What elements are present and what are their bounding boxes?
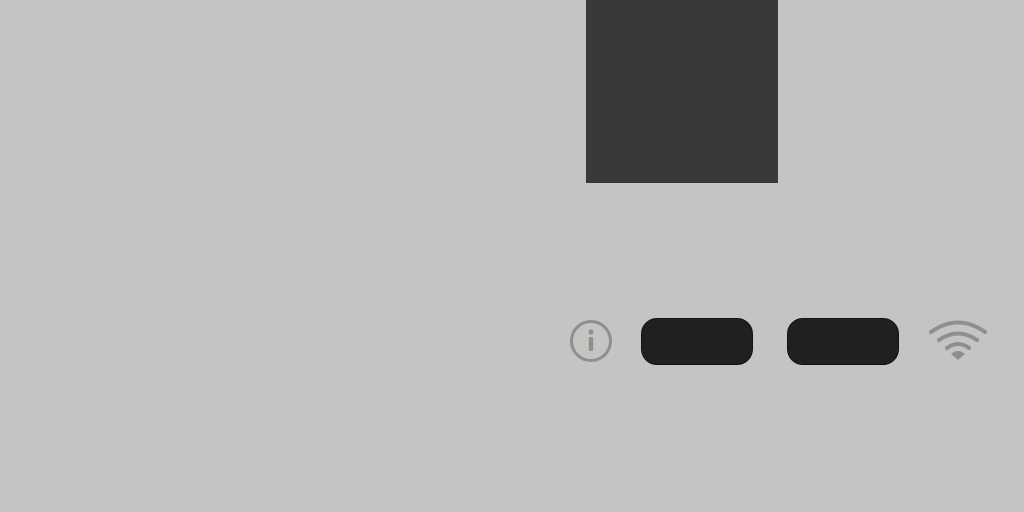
pill-button-1[interactable] xyxy=(641,318,753,365)
wifi-icon xyxy=(929,320,987,360)
pill-button-2[interactable] xyxy=(787,318,899,365)
info-icon xyxy=(570,320,612,362)
dark-panel xyxy=(586,0,778,183)
screen-background xyxy=(0,0,1024,512)
wifi-status xyxy=(928,319,988,363)
info-button[interactable] xyxy=(569,319,613,363)
